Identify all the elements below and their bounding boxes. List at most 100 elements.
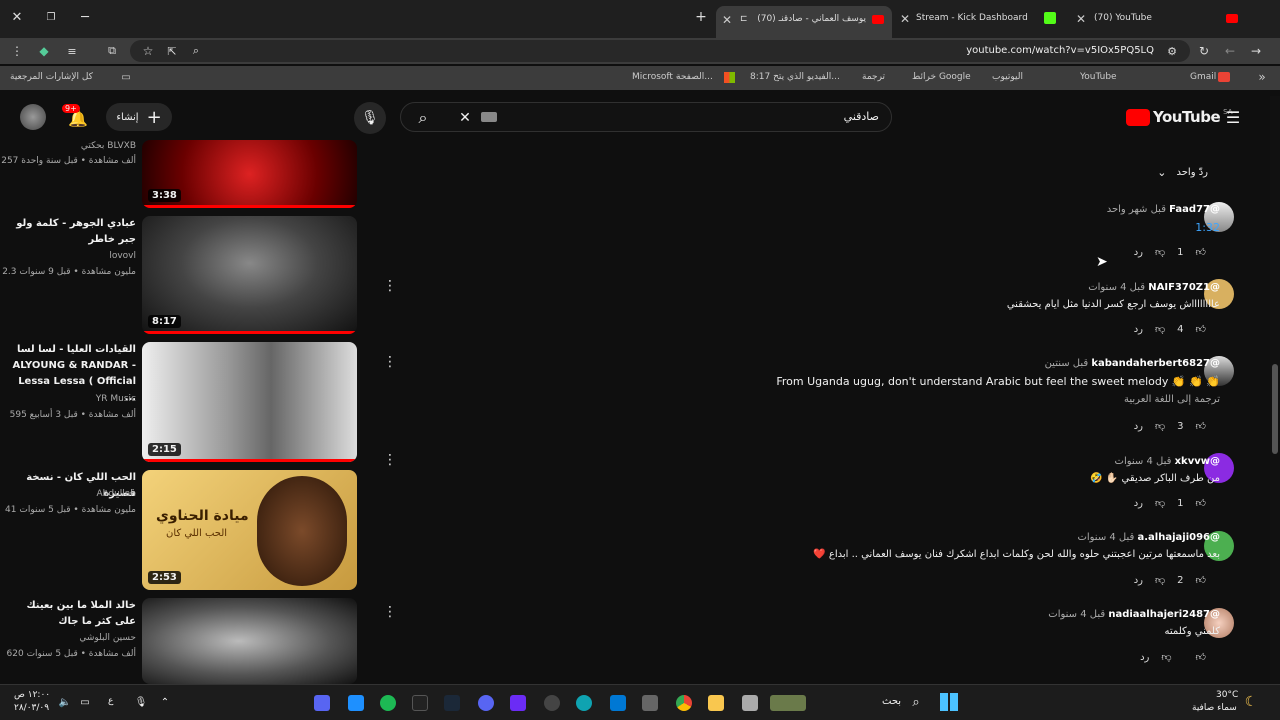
video-title[interactable]: خالد الملا ما بين بعينك على كثر ما جاك [6, 598, 136, 630]
bookmark-youtube[interactable]: YouTube [1080, 72, 1117, 82]
edge-icon[interactable] [576, 695, 592, 711]
dislike-icon[interactable]: 👎︎ [1155, 497, 1165, 509]
minimize-window-icon[interactable]: ─ [78, 10, 92, 25]
star-icon[interactable]: ☆ [140, 43, 156, 59]
volume-icon[interactable]: 🔈 [58, 695, 72, 709]
reply-button[interactable]: رد [1134, 575, 1143, 586]
search-icon[interactable]: ⌕ [908, 694, 924, 710]
weather-desc[interactable]: سماء صافية [1192, 703, 1237, 713]
account-avatar[interactable] [20, 104, 46, 130]
close-window-icon[interactable]: ✕ [10, 10, 24, 25]
search-icon[interactable]: ⌕ [413, 108, 433, 128]
windows-start-icon[interactable] [940, 693, 958, 711]
app-icon[interactable] [348, 695, 364, 711]
app-icon[interactable] [770, 695, 806, 711]
comment-author[interactable]: @nadiaalhajeri2487 [1108, 609, 1220, 620]
comment-timestamp-link[interactable]: 1:32 [1107, 221, 1220, 234]
close-tab-icon[interactable]: ✕ [900, 12, 910, 26]
reply-button[interactable]: رد [1140, 652, 1149, 663]
tab-youtube-home[interactable]: ✕ (70) YouTube [1074, 6, 1250, 32]
app-icon[interactable] [642, 695, 658, 711]
steam-icon[interactable] [444, 695, 460, 711]
translate-link[interactable]: ترجمة إلى اللغة العربية [776, 394, 1220, 405]
puzzle-icon[interactable]: ⧉ [104, 43, 120, 59]
mic-tray-icon[interactable]: 🎙 [134, 695, 148, 709]
comment-time[interactable]: قبل 4 سنوات [1088, 282, 1145, 293]
video-thumbnail[interactable] [142, 598, 357, 684]
reply-button[interactable]: رد [1134, 324, 1143, 335]
dislike-icon[interactable]: 👎︎ [1155, 574, 1165, 586]
microphone-icon[interactable]: 🎙 [354, 102, 386, 134]
like-icon[interactable]: 👍︎ [1196, 420, 1206, 432]
video-thumbnail[interactable]: 2:15 [142, 342, 357, 462]
related-video-item[interactable]: خالد الملا ما بين بعينك على كثر ما جاك ح… [0, 598, 400, 684]
app-icon[interactable] [314, 695, 330, 711]
keyboard-icon[interactable] [481, 112, 497, 122]
related-video-item[interactable]: 2:15 القيادات العليا - لسا لسا ALYOUNG &… [0, 342, 400, 464]
reply-button[interactable]: رد [1134, 498, 1143, 509]
comment-author[interactable]: @xkvvw [1175, 456, 1220, 467]
comment-author[interactable]: @kabandaherbert6827 [1091, 358, 1220, 369]
more-bookmarks-icon[interactable]: » [1254, 69, 1270, 85]
site-settings-icon[interactable]: ⚙ [1164, 43, 1180, 59]
like-icon[interactable]: 👍︎ [1196, 497, 1206, 509]
comment-author[interactable]: @Faad77 [1169, 204, 1220, 215]
share-icon[interactable]: ⇱ [164, 43, 180, 59]
bookmark-gmail[interactable]: Gmail [1190, 72, 1216, 82]
tab-youtube-song[interactable]: ✕ ⊏ (70) يوسف العماني - صادقنـ [716, 6, 892, 38]
like-icon[interactable]: 👍︎ [1196, 246, 1206, 258]
network-icon[interactable]: ▭ [78, 695, 92, 709]
related-video-item[interactable]: ميادة الحناوي الحب اللي كان 2:53 الحب ال… [0, 452, 400, 592]
bookmark-page[interactable]: الصفحة... [676, 72, 713, 82]
video-options-icon[interactable]: ⋮ [383, 452, 397, 468]
video-thumbnail[interactable]: 8:17 [142, 216, 357, 334]
store-icon[interactable] [610, 695, 626, 711]
restore-window-icon[interactable]: ❐ [44, 10, 58, 24]
video-thumbnail[interactable]: 3:38 [142, 140, 357, 208]
clock-time[interactable]: ١٢:٠٠ ص [14, 690, 50, 700]
extension-icon[interactable]: ◆ [36, 43, 52, 59]
search-input[interactable]: صادقني [844, 110, 879, 123]
tray-chevron-icon[interactable]: ⌃ [158, 695, 172, 709]
bookmark-video[interactable]: 8:17 الفيديو الذي يتح... [750, 72, 840, 82]
discord-icon[interactable] [478, 695, 494, 711]
replies-toggle[interactable]: ⌄ ردّ واحد [1157, 166, 1208, 179]
video-options-icon[interactable]: ⋮ [383, 354, 397, 370]
video-thumbnail[interactable]: ميادة الحناوي الحب اللي كان 2:53 [142, 470, 357, 590]
dislike-icon[interactable]: 👎︎ [1161, 651, 1171, 663]
comment-author[interactable]: @NAIF370Z1 [1148, 282, 1220, 293]
video-channel[interactable]: بحكتي BLVXB [0, 141, 136, 151]
clock-date[interactable]: ٢٨/٠٣/٠٩ [14, 703, 49, 713]
menu-icon[interactable]: ⋮ [10, 43, 24, 59]
app-icon[interactable] [544, 695, 560, 711]
comment-time[interactable]: قبل سنتين [1045, 358, 1089, 369]
forward-icon[interactable]: ← [1222, 43, 1238, 59]
page-scrollbar[interactable] [1270, 96, 1280, 684]
back-icon[interactable]: → [1248, 43, 1264, 59]
video-title[interactable]: عبادي الجوهر - كلمة ولو جبر خاطر [6, 216, 136, 248]
taskbar-search-label[interactable]: بحث [882, 696, 901, 707]
hamburger-menu-icon[interactable]: ☰ [1222, 106, 1244, 128]
zoom-icon[interactable]: ⌕ [188, 43, 204, 59]
close-tab-icon[interactable]: ✕ [1076, 12, 1086, 26]
video-channel[interactable]: YR Music [0, 394, 136, 404]
app-icon[interactable] [742, 695, 758, 711]
comment-time[interactable]: قبل 4 سنوات [1077, 532, 1134, 543]
bookmark-youtube-ar[interactable]: اليوتيوب [992, 72, 1023, 82]
spotify-icon[interactable] [380, 695, 396, 711]
like-icon[interactable]: 👍︎ [1196, 651, 1206, 663]
related-video-item[interactable]: 3:38 بحكتي BLVXB 257 ألف مشاهدة • قبل سن… [0, 140, 400, 210]
create-button[interactable]: إنشاء + [106, 103, 172, 131]
video-channel[interactable]: حسين البلوشي [0, 633, 136, 643]
video-channel[interactable]: lovovl [0, 251, 136, 261]
all-bookmarks[interactable]: كل الإشارات المرجعية [10, 72, 93, 82]
chrome-icon[interactable] [676, 695, 692, 711]
youtube-logo[interactable]: YouTube SA [1126, 108, 1233, 126]
input-language[interactable]: ع [108, 696, 113, 706]
terminal-icon[interactable] [412, 695, 428, 711]
comment-time[interactable]: قبل 4 سنوات [1048, 609, 1105, 620]
like-icon[interactable]: 👍︎ [1196, 323, 1206, 335]
reply-button[interactable]: رد [1134, 421, 1143, 432]
dislike-icon[interactable]: 👎︎ [1155, 323, 1165, 335]
close-tab-icon[interactable]: ✕ [722, 13, 732, 27]
